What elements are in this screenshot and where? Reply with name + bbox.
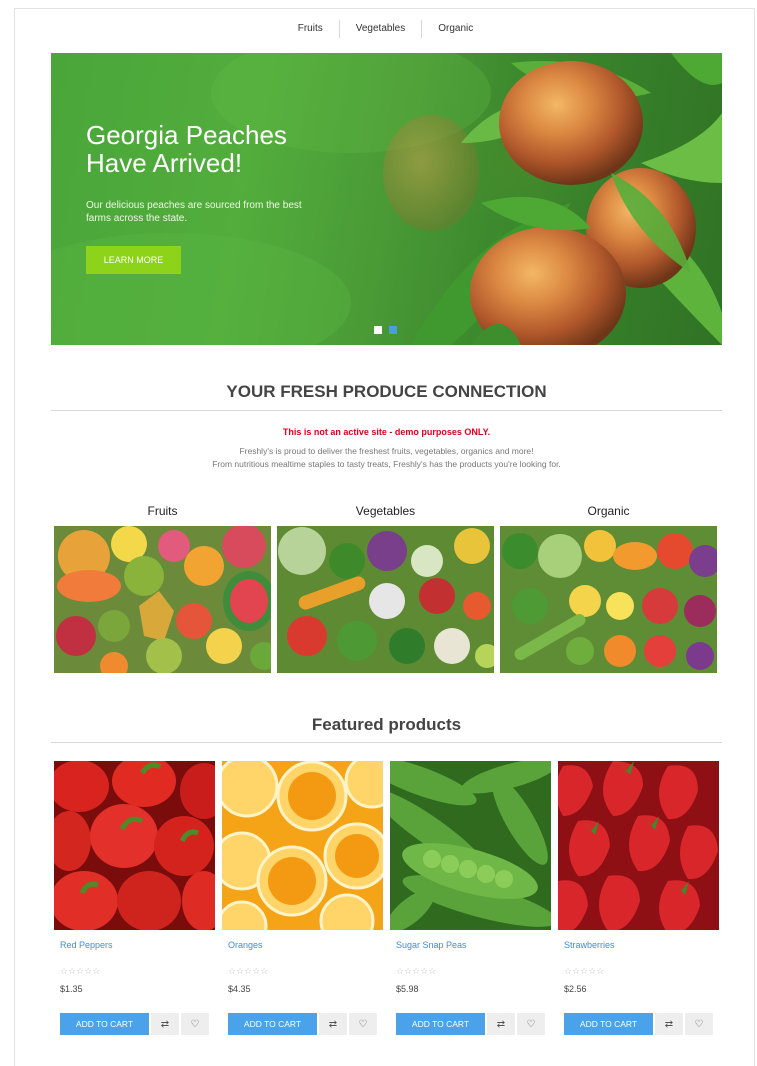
hero-banner: Georgia Peaches Have Arrived! Our delici… bbox=[51, 53, 722, 345]
product-name[interactable]: Oranges bbox=[228, 940, 383, 954]
star-rating: ☆☆☆☆☆ bbox=[396, 966, 437, 976]
add-to-cart-button[interactable]: ADD TO CART bbox=[228, 1013, 317, 1035]
compare-icon[interactable]: ⇄ bbox=[151, 1013, 179, 1035]
product-price: $4.35 bbox=[228, 984, 251, 994]
product-price: $2.56 bbox=[564, 984, 587, 994]
add-to-cart-button[interactable]: ADD TO CART bbox=[564, 1013, 653, 1035]
product-card: Sugar Snap Peas ☆☆☆☆☆ $5.98 ADD TO CART … bbox=[390, 761, 551, 1035]
category-label[interactable]: Fruits bbox=[54, 504, 271, 526]
featured-heading: Featured products bbox=[311, 715, 462, 734]
product-card: Strawberries ☆☆☆☆☆ $2.56 ADD TO CART ⇄ ♡ bbox=[558, 761, 719, 1035]
product-card: Oranges ☆☆☆☆☆ $4.35 ADD TO CART ⇄ ♡ bbox=[222, 761, 383, 1035]
intro-line-2: From nutritious mealtime staples to tast… bbox=[212, 459, 561, 469]
product-actions: ADD TO CART ⇄ ♡ bbox=[564, 1013, 719, 1035]
organic-category-image[interactable] bbox=[500, 526, 717, 673]
product-image-oranges[interactable] bbox=[222, 761, 383, 930]
nav-item-organic[interactable]: Organic bbox=[422, 20, 489, 38]
fruits-category-image[interactable] bbox=[54, 526, 271, 673]
intro-line-1: Freshly's is proud to deliver the freshe… bbox=[239, 446, 534, 456]
product-name[interactable]: Strawberries bbox=[564, 940, 719, 954]
product-name[interactable]: Sugar Snap Peas bbox=[396, 940, 551, 954]
product-actions: ADD TO CART ⇄ ♡ bbox=[228, 1013, 383, 1035]
heart-icon[interactable]: ♡ bbox=[685, 1013, 713, 1035]
hero-subtitle: Our delicious peaches are sourced from t… bbox=[86, 200, 302, 224]
star-rating: ☆☆☆☆☆ bbox=[564, 966, 605, 976]
top-nav: Fruits Vegetables Organic bbox=[15, 9, 756, 49]
product-card: Red Peppers ☆☆☆☆☆ $1.35 ADD TO CART ⇄ ♡ bbox=[54, 761, 215, 1035]
heart-icon[interactable]: ♡ bbox=[517, 1013, 545, 1035]
intro-divider bbox=[51, 410, 722, 411]
star-rating: ☆☆☆☆☆ bbox=[228, 966, 269, 976]
product-image-sugar-snap-peas[interactable] bbox=[390, 761, 551, 930]
intro-heading: YOUR FRESH PRODUCE CONNECTION bbox=[226, 382, 547, 401]
learn-more-button[interactable]: LEARN MORE bbox=[86, 246, 181, 274]
category-label[interactable]: Organic bbox=[500, 504, 717, 526]
strawberries-image bbox=[558, 761, 719, 930]
product-actions: ADD TO CART ⇄ ♡ bbox=[60, 1013, 215, 1035]
compare-icon[interactable]: ⇄ bbox=[319, 1013, 347, 1035]
demo-notice: This is not an active site - demo purpos… bbox=[282, 427, 491, 437]
product-actions: ADD TO CART ⇄ ♡ bbox=[396, 1013, 551, 1035]
category-label[interactable]: Vegetables bbox=[277, 504, 494, 526]
vegetables-image bbox=[277, 526, 494, 673]
add-to-cart-button[interactable]: ADD TO CART bbox=[396, 1013, 485, 1035]
fruits-image bbox=[54, 526, 271, 673]
heart-icon[interactable]: ♡ bbox=[181, 1013, 209, 1035]
category-vegetables[interactable]: Vegetables bbox=[277, 504, 494, 673]
hero-title: Georgia Peaches Have Arrived! bbox=[86, 120, 287, 178]
star-rating: ☆☆☆☆☆ bbox=[60, 966, 101, 976]
featured-divider bbox=[51, 742, 722, 743]
product-image-red-peppers[interactable] bbox=[54, 761, 215, 930]
sugar-snap-peas-image bbox=[390, 761, 551, 930]
product-image-strawberries[interactable] bbox=[558, 761, 719, 930]
product-price: $5.98 bbox=[396, 984, 419, 994]
organic-image bbox=[500, 526, 717, 673]
red-peppers-image bbox=[54, 761, 215, 930]
product-name[interactable]: Red Peppers bbox=[60, 940, 215, 954]
add-to-cart-button[interactable]: ADD TO CART bbox=[60, 1013, 149, 1035]
nav-item-vegetables[interactable]: Vegetables bbox=[340, 20, 422, 38]
heart-icon[interactable]: ♡ bbox=[349, 1013, 377, 1035]
nav-item-fruits[interactable]: Fruits bbox=[282, 20, 339, 38]
carousel-dot-1[interactable] bbox=[374, 326, 382, 334]
product-price: $1.35 bbox=[60, 984, 83, 994]
page-frame: Fruits Vegetables Organic Georgia Peache… bbox=[14, 8, 755, 1066]
oranges-image bbox=[222, 761, 383, 930]
category-fruits[interactable]: Fruits bbox=[54, 504, 271, 673]
carousel-dots bbox=[374, 326, 397, 334]
category-organic[interactable]: Organic bbox=[500, 504, 717, 673]
compare-icon[interactable]: ⇄ bbox=[655, 1013, 683, 1035]
vegetables-category-image[interactable] bbox=[277, 526, 494, 673]
carousel-dot-2[interactable] bbox=[389, 326, 397, 334]
compare-icon[interactable]: ⇄ bbox=[487, 1013, 515, 1035]
